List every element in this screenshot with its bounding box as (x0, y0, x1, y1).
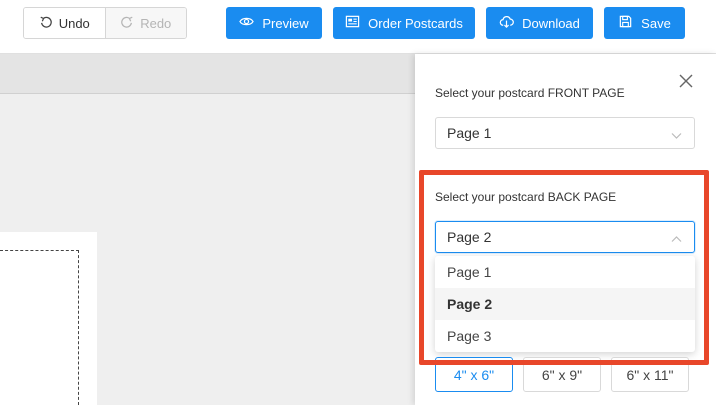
dropdown-option-page-3[interactable]: Page 3 (435, 320, 695, 352)
dropdown-option-page-2[interactable]: Page 2 (435, 288, 695, 320)
size-6x11-button[interactable]: 6" x 11" (611, 357, 689, 392)
cloud-download-icon (499, 14, 514, 32)
postcard-icon (345, 14, 360, 32)
download-button[interactable]: Download (486, 7, 593, 39)
preview-button[interactable]: Preview (226, 7, 322, 39)
dropdown-option-page-1[interactable]: Page 1 (435, 256, 695, 288)
top-toolbar: Undo Redo Preview Order Postcards Downlo… (0, 0, 716, 54)
redo-button[interactable]: Redo (104, 8, 186, 38)
front-page-select[interactable]: Page 1 (435, 117, 695, 149)
back-page-select[interactable]: Page 2 (435, 221, 695, 253)
size-6x9-button[interactable]: 6" x 9" (523, 357, 601, 392)
redo-label: Redo (140, 15, 172, 31)
chevron-up-icon (671, 232, 682, 243)
close-panel-button[interactable] (677, 72, 695, 90)
back-page-value: Page 2 (447, 229, 492, 245)
order-postcards-label: Order Postcards (368, 15, 463, 31)
undo-redo-group: Undo Redo (23, 7, 187, 39)
preview-label: Preview (262, 15, 309, 31)
download-label: Download (522, 15, 580, 31)
eye-icon (239, 14, 255, 32)
canvas-top-strip (0, 54, 415, 94)
save-button[interactable]: Save (604, 7, 685, 39)
undo-button[interactable]: Undo (24, 8, 105, 38)
front-page-value: Page 1 (447, 125, 492, 141)
safe-area-guide (0, 250, 79, 405)
front-page-label: Select your postcard FRONT PAGE (435, 86, 625, 100)
back-page-dropdown: Page 1 Page 2 Page 3 (435, 256, 695, 352)
chevron-down-icon (671, 128, 682, 139)
undo-label: Undo (58, 15, 90, 31)
redo-icon (120, 15, 134, 32)
save-icon (618, 14, 633, 32)
save-label: Save (641, 15, 671, 31)
size-4x6-button[interactable]: 4" x 6" (435, 357, 513, 392)
order-postcards-button[interactable]: Order Postcards (333, 7, 475, 39)
undo-icon (39, 15, 53, 32)
close-icon (677, 74, 695, 94)
back-page-label: Select your postcard BACK PAGE (435, 190, 617, 204)
